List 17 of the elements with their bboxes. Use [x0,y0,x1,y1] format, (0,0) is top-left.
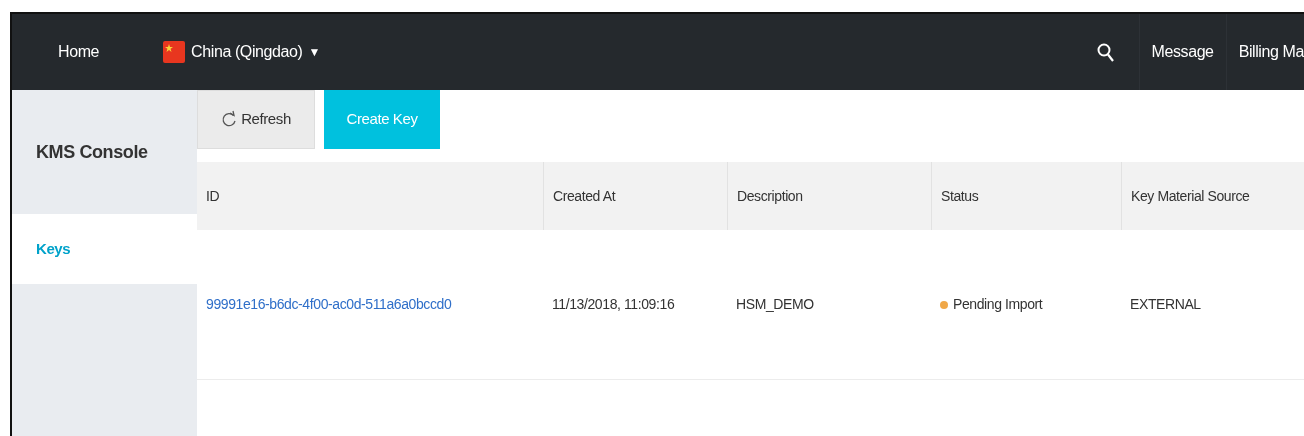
column-header: Created At [553,186,616,206]
column-header: Key Material Source [1131,186,1250,206]
nav-link[interactable]: Message [1151,40,1214,64]
column-header: Description [737,186,803,206]
status-text: Pending Import [953,295,1043,314]
key-id-link[interactable]: 99991e16-b6dc-4f00-ac0d-511a6a0bccd0 [206,294,452,315]
table-cell-text: HSM_DEMO [736,295,814,314]
table-cell-text: 11/13/2018, 11:09:16 [552,295,675,314]
column-header: ID [206,186,220,206]
table-cell-text: EXTERNAL [1130,295,1201,314]
nav-link[interactable]: Billing Ma [1238,40,1304,64]
region-selector[interactable]: China (Qingdao) [191,40,303,64]
home-link[interactable]: Home [58,40,100,64]
sidebar-title: KMS Console [36,140,148,164]
caret-icon[interactable]: ▼ [308,43,320,61]
refresh-button[interactable]: Refresh [197,90,315,149]
column-header: Status [941,186,979,206]
